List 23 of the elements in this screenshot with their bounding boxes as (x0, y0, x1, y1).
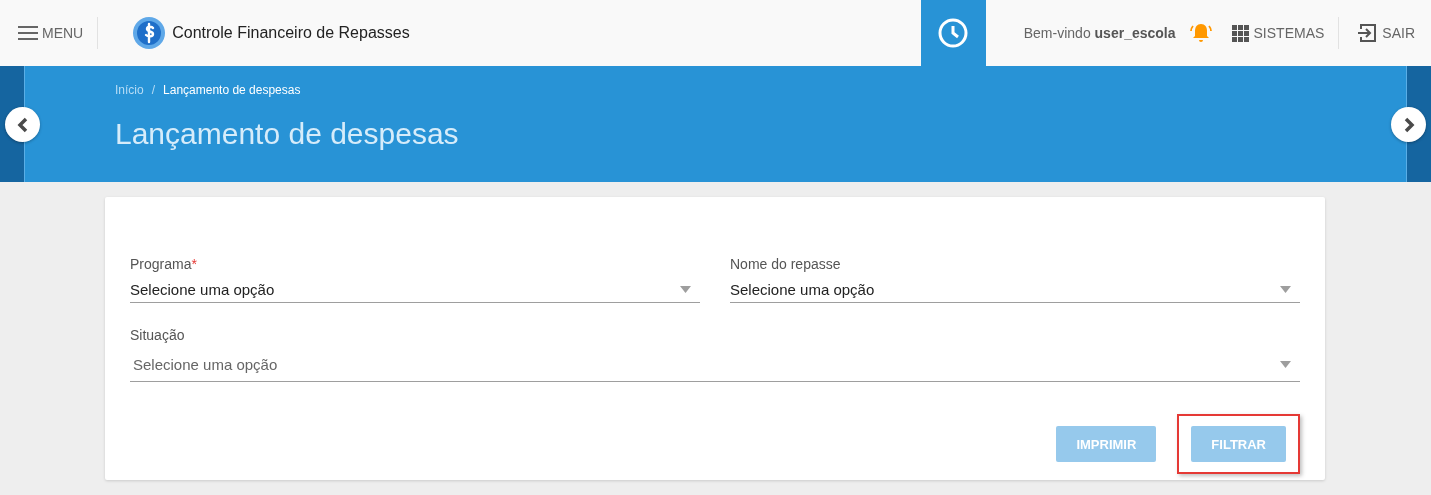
menu-icon (18, 26, 38, 40)
caret-icon (1280, 285, 1291, 293)
caret-icon (1280, 360, 1291, 368)
logout-icon (1357, 23, 1378, 43)
welcome-text: Bem-vindo user_escola (1023, 25, 1176, 41)
systems-button[interactable]: SISTEMAS (1227, 24, 1339, 42)
grid-icon (1231, 24, 1249, 42)
clock-button[interactable] (920, 0, 986, 66)
clock-icon (937, 17, 970, 49)
dollar-coin-logo-icon (132, 16, 167, 50)
menu-button[interactable]: MENU (0, 25, 84, 41)
field-label: Nome do repasse (730, 256, 842, 272)
field-label: Programa* (130, 256, 198, 272)
chevron-left-icon (15, 116, 30, 133)
breadcrumb-separator: / (151, 83, 156, 97)
app-title: Controle Financeiro de Repasses (172, 24, 410, 42)
field-label: Situação (130, 327, 186, 343)
select-field[interactable]: Selecione uma opção (730, 276, 1300, 303)
select-field[interactable]: Selecione uma opção (130, 276, 700, 303)
select-field[interactable]: Selecione uma opção (130, 347, 1300, 382)
logout-button[interactable]: SAIR (1339, 23, 1431, 43)
caret-icon (680, 285, 691, 293)
page-title: Lançamento de despesas (115, 117, 460, 151)
